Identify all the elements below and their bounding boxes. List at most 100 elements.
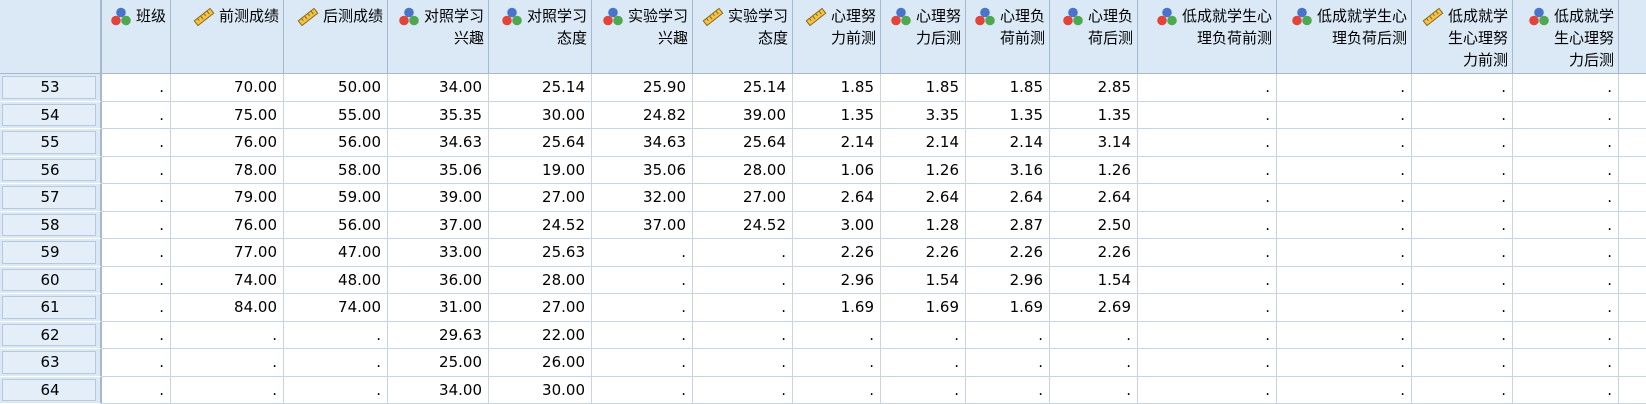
data-cell[interactable]: . xyxy=(1277,74,1412,102)
column-header[interactable]: 前测成绩 xyxy=(171,0,284,74)
data-cell[interactable]: 34.00 xyxy=(388,74,489,102)
data-cell[interactable]: 25.14 xyxy=(489,74,592,102)
data-cell[interactable]: . xyxy=(1138,321,1277,349)
data-cell[interactable]: 25.14 xyxy=(693,74,793,102)
data-cell[interactable]: 1.69 xyxy=(793,294,881,322)
data-cell[interactable]: 32.00 xyxy=(592,184,693,212)
row-number[interactable]: 58 xyxy=(0,211,102,239)
data-cell[interactable]: 1.26 xyxy=(881,156,966,184)
data-cell[interactable]: 19.00 xyxy=(489,156,592,184)
column-header[interactable]: 后测成绩 xyxy=(284,0,388,74)
data-cell[interactable]: 31.00 xyxy=(388,294,489,322)
column-header[interactable]: 实验学习 兴趣 xyxy=(592,0,693,74)
data-cell[interactable]: . xyxy=(1513,101,1619,129)
data-cell[interactable]: 1.69 xyxy=(881,294,966,322)
data-cell[interactable]: 2.50 xyxy=(1050,211,1138,239)
data-cell[interactable]: 56.00 xyxy=(284,211,388,239)
data-cell[interactable]: . xyxy=(693,239,793,267)
data-cell-overflow[interactable] xyxy=(1619,157,1646,184)
data-cell[interactable]: . xyxy=(102,294,171,322)
data-cell[interactable]: . xyxy=(592,266,693,294)
data-cell[interactable]: 76.00 xyxy=(171,211,284,239)
row-number[interactable]: 61 xyxy=(0,294,102,322)
data-cell[interactable]: . xyxy=(966,321,1050,349)
row-number[interactable]: 60 xyxy=(0,266,102,294)
data-cell[interactable]: . xyxy=(1138,349,1277,377)
data-cell[interactable]: 25.64 xyxy=(489,129,592,157)
data-cell[interactable]: . xyxy=(171,376,284,404)
data-cell[interactable]: 3.14 xyxy=(1050,129,1138,157)
data-cell[interactable]: . xyxy=(1138,156,1277,184)
data-cell[interactable]: 37.00 xyxy=(388,211,489,239)
data-cell[interactable]: 27.00 xyxy=(693,184,793,212)
data-cell[interactable]: 1.06 xyxy=(793,156,881,184)
data-cell[interactable]: 29.63 xyxy=(388,321,489,349)
data-cell[interactable]: 1.69 xyxy=(966,294,1050,322)
data-cell[interactable]: . xyxy=(881,321,966,349)
data-cell[interactable]: 3.16 xyxy=(966,156,1050,184)
data-cell[interactable]: 1.26 xyxy=(1050,156,1138,184)
data-cell[interactable]: 58.00 xyxy=(284,156,388,184)
data-cell[interactable]: . xyxy=(1513,239,1619,267)
data-cell[interactable]: . xyxy=(592,239,693,267)
data-cell-overflow[interactable] xyxy=(1619,184,1646,212)
data-cell[interactable]: 84.00 xyxy=(171,294,284,322)
data-cell[interactable]: . xyxy=(102,156,171,184)
data-cell[interactable]: . xyxy=(1412,101,1513,129)
row-number[interactable]: 59 xyxy=(0,239,102,267)
data-cell[interactable]: 2.26 xyxy=(966,239,1050,267)
data-cell[interactable]: . xyxy=(284,321,388,349)
data-cell[interactable]: 2.96 xyxy=(793,266,881,294)
data-cell[interactable]: . xyxy=(793,349,881,377)
data-cell[interactable]: . xyxy=(1412,156,1513,184)
data-cell-overflow[interactable] xyxy=(1619,129,1646,157)
data-cell[interactable]: . xyxy=(1138,239,1277,267)
data-cell[interactable]: . xyxy=(1513,376,1619,404)
data-cell[interactable]: 39.00 xyxy=(388,184,489,212)
data-cell[interactable]: 48.00 xyxy=(284,266,388,294)
column-header[interactable]: 心理负 荷后测 xyxy=(1050,0,1138,74)
data-cell[interactable]: . xyxy=(1513,156,1619,184)
data-cell[interactable]: . xyxy=(1412,129,1513,157)
data-cell[interactable]: . xyxy=(1277,101,1412,129)
data-cell[interactable]: 27.00 xyxy=(489,294,592,322)
column-header[interactable]: 低成就学生心 理负荷后测 xyxy=(1277,0,1412,74)
data-cell[interactable]: 2.64 xyxy=(793,184,881,212)
data-cell[interactable]: 1.85 xyxy=(966,74,1050,102)
data-cell[interactable]: 35.35 xyxy=(388,101,489,129)
data-cell[interactable]: 22.00 xyxy=(489,321,592,349)
data-cell[interactable]: . xyxy=(1513,321,1619,349)
data-cell[interactable]: 36.00 xyxy=(388,266,489,294)
row-number[interactable]: 56 xyxy=(0,156,102,184)
data-cell[interactable]: 39.00 xyxy=(693,101,793,129)
data-cell[interactable]: . xyxy=(1277,376,1412,404)
data-cell-overflow[interactable] xyxy=(1619,267,1646,294)
data-cell[interactable]: 3.35 xyxy=(881,101,966,129)
data-cell[interactable]: 56.00 xyxy=(284,129,388,157)
data-cell[interactable]: . xyxy=(1412,211,1513,239)
data-cell[interactable]: . xyxy=(102,74,171,102)
data-cell[interactable]: 2.14 xyxy=(966,129,1050,157)
data-cell[interactable]: . xyxy=(284,376,388,404)
data-cell[interactable]: . xyxy=(1277,239,1412,267)
row-number[interactable]: 57 xyxy=(0,184,102,212)
data-cell[interactable]: . xyxy=(881,349,966,377)
data-cell[interactable]: 76.00 xyxy=(171,129,284,157)
data-cell[interactable]: . xyxy=(1138,101,1277,129)
data-cell[interactable]: 34.63 xyxy=(388,129,489,157)
data-cell[interactable]: 2.64 xyxy=(881,184,966,212)
data-cell[interactable]: 75.00 xyxy=(171,101,284,129)
data-cell[interactable]: . xyxy=(1277,294,1412,322)
data-cell[interactable]: 2.85 xyxy=(1050,74,1138,102)
data-cell[interactable]: 24.52 xyxy=(693,211,793,239)
data-cell[interactable]: 2.26 xyxy=(793,239,881,267)
data-cell[interactable]: 34.63 xyxy=(592,129,693,157)
data-cell[interactable]: . xyxy=(1277,349,1412,377)
data-cell[interactable]: . xyxy=(1138,266,1277,294)
data-cell[interactable]: . xyxy=(102,129,171,157)
data-cell[interactable]: . xyxy=(171,321,284,349)
data-cell-overflow[interactable] xyxy=(1619,322,1646,349)
data-cell[interactable]: . xyxy=(1277,156,1412,184)
data-cell[interactable]: 59.00 xyxy=(284,184,388,212)
data-cell-overflow[interactable] xyxy=(1619,377,1646,404)
